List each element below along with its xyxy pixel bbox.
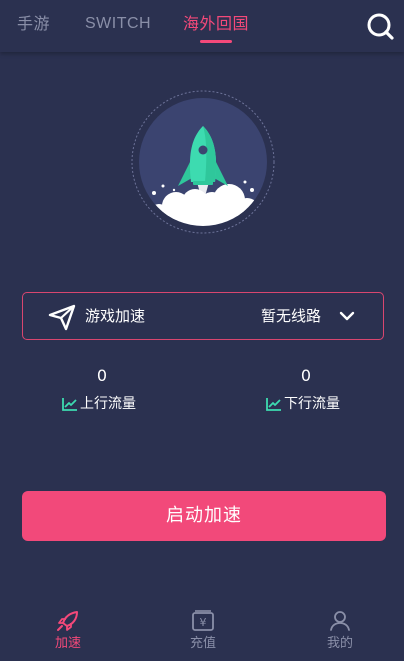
tab-switch[interactable]: SWITCH [85,14,151,34]
route-status-label: 暂无线路 [261,307,322,325]
line-selector[interactable]: 游戏加速 暂无线路 [22,292,384,340]
rocket-illustration [116,86,290,238]
trend-up-icon [266,398,281,411]
trend-up-icon [62,398,77,411]
wallet-yen-icon: ¥ [192,610,214,631]
upload-traffic-label-group: 上行流量 [62,395,136,413]
upload-traffic-value: 0 [96,366,108,385]
top-tab-bar: 手游 SWITCH 海外回国 [0,0,404,52]
start-acceleration-button[interactable]: 启动加速 [22,491,386,541]
tab-overseas[interactable]: 海外回国 [183,14,249,34]
search-button[interactable] [364,10,396,42]
active-tab-indicator [200,40,232,43]
game-accelerate-label: 游戏加速 [85,307,146,325]
upload-traffic-label: 上行流量 [80,396,136,412]
download-traffic-label: 下行流量 [284,396,340,412]
search-icon [367,13,394,40]
tab-mobile-games[interactable]: 手游 [17,14,50,34]
paper-plane-icon [48,304,76,331]
nav-item-accelerate[interactable]: 加速 [38,610,98,656]
chevron-down-icon [339,311,355,321]
nav-item-recharge[interactable]: ¥ 充值 [173,610,233,656]
nav-label-mine: 我的 [326,636,353,651]
user-icon [330,611,350,631]
svg-text:¥: ¥ [200,616,207,629]
nav-label-recharge: 充值 [189,636,216,651]
nav-label-accelerate: 加速 [54,636,81,651]
rocket-nav-icon [57,611,78,631]
bottom-navigation: 加速 ¥ 充值 我的 [0,604,404,661]
nav-item-mine[interactable]: 我的 [310,610,370,656]
download-traffic-value: 0 [300,366,312,385]
download-traffic-label-group: 下行流量 [266,395,340,413]
rocket-icon [131,90,275,234]
